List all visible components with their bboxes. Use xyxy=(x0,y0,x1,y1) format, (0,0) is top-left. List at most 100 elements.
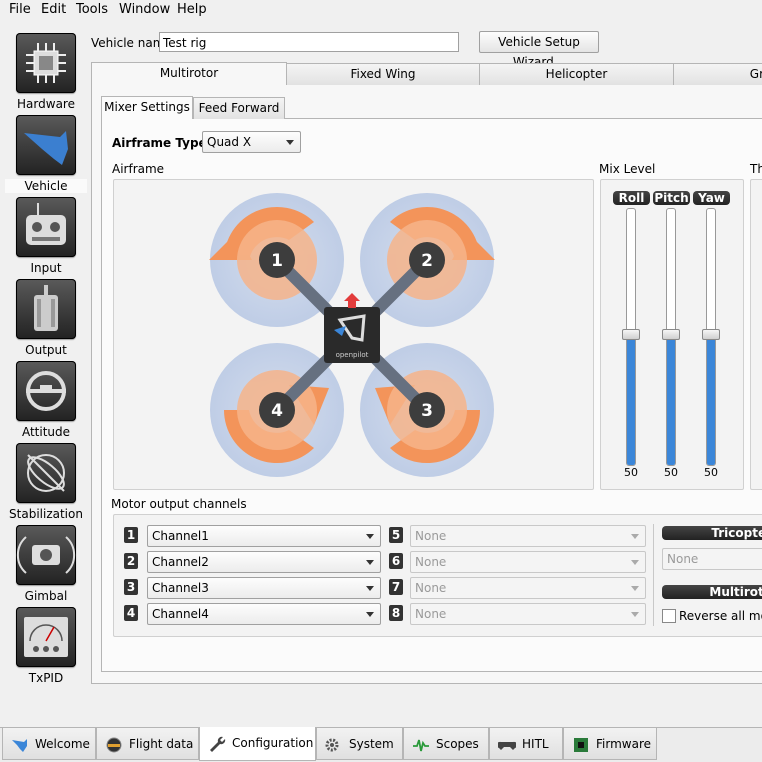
tab-hitl-label: HITL xyxy=(522,737,549,751)
motor-3-label: 3 xyxy=(421,401,433,421)
tab-firmware-label: Firmware xyxy=(596,737,651,751)
pitch-slider-handle[interactable] xyxy=(662,329,680,340)
motor-7-channel-select[interactable]: None xyxy=(410,577,646,599)
transmitter-icon xyxy=(16,197,76,257)
yaw-value: 50 xyxy=(704,466,718,479)
yaw-header: Yaw xyxy=(693,191,730,205)
tab-configuration[interactable]: Configuration xyxy=(199,727,316,761)
motor-2-channel-select[interactable]: Channel2 xyxy=(147,551,381,573)
sidebar-item-output[interactable]: Output xyxy=(5,279,87,361)
tab-helicopter[interactable]: Helicopter xyxy=(479,63,674,85)
tab-hitl[interactable]: HITL xyxy=(489,728,563,760)
yaw-slider[interactable] xyxy=(702,208,720,466)
motor-4-channel-select[interactable]: Channel4 xyxy=(147,603,381,625)
board-icon xyxy=(574,737,588,752)
tricopter-header: Tricopter xyxy=(662,526,762,540)
motor-3-channel-value: Channel3 xyxy=(152,581,209,595)
roll-value: 50 xyxy=(624,466,638,479)
motor-8-channel-value: None xyxy=(415,607,447,621)
camera-icon xyxy=(16,525,76,585)
tab-scopes[interactable]: Scopes xyxy=(403,728,489,760)
sidebar-item-vehicle[interactable]: Vehicle xyxy=(5,115,87,197)
tab-ground[interactable]: Gr xyxy=(673,63,762,85)
pitch-value: 50 xyxy=(664,466,678,479)
channel-badge-3: 3 xyxy=(124,579,138,595)
tab-scopes-label: Scopes xyxy=(436,737,479,751)
motor-icon xyxy=(16,279,76,339)
motor-output-label: Motor output channels xyxy=(111,497,247,511)
wrench-icon xyxy=(210,736,226,752)
sidebar-item-txpid[interactable]: TxPID xyxy=(5,607,87,689)
channel-badge-5: 5 xyxy=(389,527,403,543)
menu-tools[interactable]: Tools xyxy=(76,2,108,17)
sidebar-item-stabilization[interactable]: Stabilization xyxy=(5,443,87,525)
tab-flight-data[interactable]: Flight data xyxy=(96,728,199,760)
roll-slider-handle[interactable] xyxy=(622,329,640,340)
chevron-down-icon xyxy=(631,560,639,565)
motor-1-label: 1 xyxy=(271,251,283,271)
vehicle-name-input[interactable]: Test rig xyxy=(159,32,459,52)
openpilot-logo-text: openpilot xyxy=(336,351,369,359)
chevron-down-icon xyxy=(286,140,294,145)
yaw-slider-handle[interactable] xyxy=(702,329,720,340)
tab-system-label: System xyxy=(349,737,394,751)
tab-firmware[interactable]: Firmware xyxy=(563,728,657,760)
attitude-icon xyxy=(16,361,76,421)
tab-feed-forward[interactable]: Feed Forward xyxy=(193,97,285,119)
motor-3-channel-select[interactable]: Channel3 xyxy=(147,577,381,599)
vehicle-setup-wizard-button[interactable]: Vehicle Setup Wizard... xyxy=(479,31,599,69)
menu-file[interactable]: File xyxy=(9,2,31,17)
chevron-down-icon xyxy=(366,560,374,565)
reverse-motors-label: Reverse all motor xyxy=(679,609,762,623)
menu-edit[interactable]: Edit xyxy=(41,2,66,17)
motor-6-channel-select[interactable]: None xyxy=(410,551,646,573)
channel-badge-1: 1 xyxy=(124,527,138,543)
motor-5-channel-select[interactable]: None xyxy=(410,525,646,547)
menu-help[interactable]: Help xyxy=(177,2,207,17)
bird-icon xyxy=(12,738,27,752)
menu-window[interactable]: Window xyxy=(119,2,170,17)
airframe-type-label: Airframe Type: xyxy=(112,136,212,150)
sidebar-item-label: TxPID xyxy=(28,671,64,685)
meter-icon xyxy=(16,607,76,667)
motor-2-channel-value: Channel2 xyxy=(152,555,209,569)
roll-slider[interactable] xyxy=(622,208,640,466)
motor-8-channel-select[interactable]: None xyxy=(410,603,646,625)
quad-x-diagram: openpilot 1 2 3 4 xyxy=(209,193,495,477)
sidebar-item-label: Vehicle xyxy=(5,179,87,193)
tab-multirotor[interactable]: Multirotor xyxy=(91,62,287,85)
sidebar-item-label: Gimbal xyxy=(24,589,68,603)
gamepad-icon xyxy=(498,741,516,750)
reverse-motors-checkbox[interactable] xyxy=(662,609,676,623)
tab-mixer-settings[interactable]: Mixer Settings xyxy=(101,96,193,119)
sidebar-item-input[interactable]: Input xyxy=(5,197,87,279)
motor-1-channel-select[interactable]: Channel1 xyxy=(147,525,381,547)
chevron-down-icon xyxy=(631,534,639,539)
airframe-group-label: Airframe xyxy=(112,162,165,176)
tab-flight-data-label: Flight data xyxy=(129,737,194,751)
tab-ground-label: Gr xyxy=(749,67,762,81)
throttle-curve-label: Th xyxy=(750,162,762,176)
pitch-slider[interactable] xyxy=(662,208,680,466)
sidebar-item-attitude[interactable]: Attitude xyxy=(5,361,87,443)
pulse-icon xyxy=(413,739,429,751)
multirotor-header: Multiroto xyxy=(662,585,762,599)
pitch-slider-fill xyxy=(667,336,675,465)
throttle-curve-group xyxy=(750,179,762,490)
forward-arrow-icon xyxy=(344,293,360,308)
sidebar-item-label: Attitude xyxy=(21,425,71,439)
sidebar-item-gimbal[interactable]: Gimbal xyxy=(5,525,87,607)
motor-2-label: 2 xyxy=(421,251,433,271)
pitch-header: Pitch xyxy=(653,191,690,205)
tab-welcome[interactable]: Welcome xyxy=(2,728,96,760)
tricopter-servo-select[interactable]: None xyxy=(662,548,762,570)
roll-slider-fill xyxy=(627,336,635,465)
chevron-down-icon xyxy=(366,612,374,617)
menubar: File Edit Tools Window Help xyxy=(0,0,762,20)
sidebar-item-hardware[interactable]: Hardware xyxy=(5,33,87,115)
tab-system[interactable]: System xyxy=(316,728,403,760)
tab-fixed-wing[interactable]: Fixed Wing xyxy=(286,63,480,85)
roll-header: Roll xyxy=(613,191,650,205)
airframe-type-select[interactable]: Quad X xyxy=(202,131,301,153)
airframe-type-value: Quad X xyxy=(207,135,252,149)
